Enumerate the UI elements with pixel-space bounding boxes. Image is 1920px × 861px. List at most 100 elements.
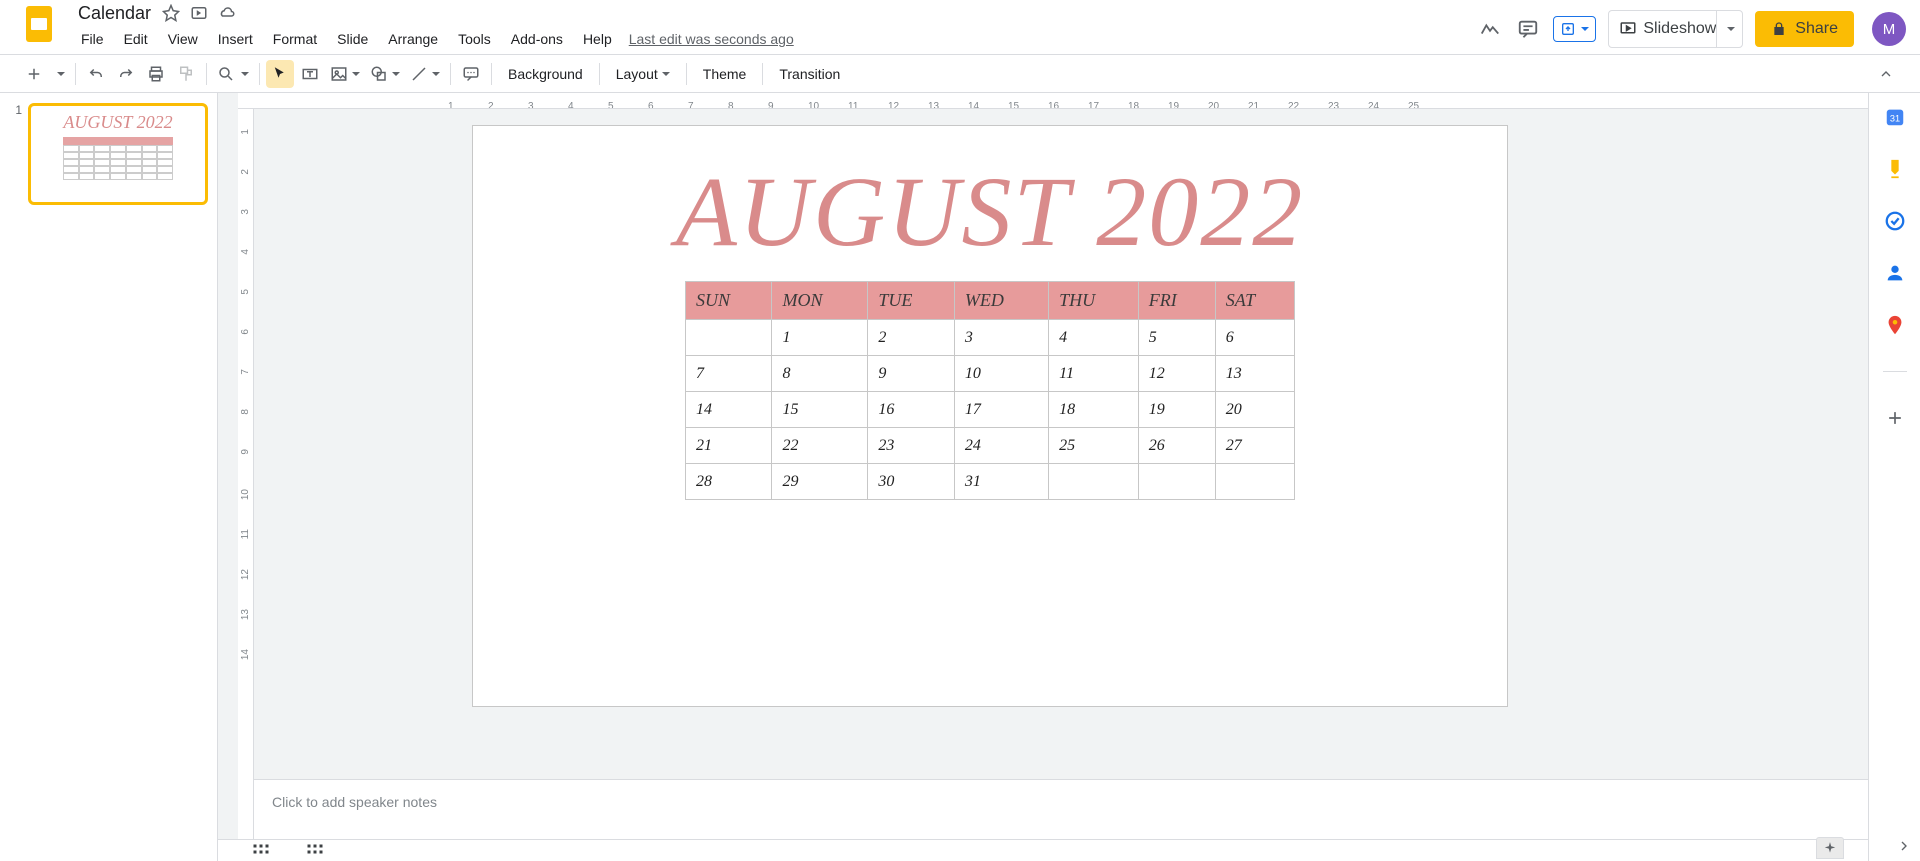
calendar-cell[interactable]: 7 bbox=[686, 356, 772, 392]
calendar-cell[interactable]: 5 bbox=[1138, 320, 1215, 356]
textbox-button[interactable] bbox=[296, 60, 324, 88]
calendar-day-header[interactable]: MON bbox=[772, 282, 868, 320]
calendar-cell[interactable]: 23 bbox=[868, 428, 954, 464]
menu-insert[interactable]: Insert bbox=[209, 29, 262, 49]
ruler-vertical[interactable]: 1234567891011121314 bbox=[238, 109, 254, 861]
hide-sidepanel-icon[interactable] bbox=[1892, 834, 1916, 858]
calendar-cell[interactable]: 6 bbox=[1215, 320, 1294, 356]
calendar-cell[interactable]: 1 bbox=[772, 320, 868, 356]
slide-thumbnail-1[interactable]: AUGUST 2022 bbox=[28, 103, 208, 205]
calendar-cell[interactable]: 14 bbox=[686, 392, 772, 428]
calendar-cell[interactable]: 8 bbox=[772, 356, 868, 392]
calendar-cell[interactable]: 3 bbox=[954, 320, 1048, 356]
menu-edit[interactable]: Edit bbox=[115, 29, 157, 49]
canvas[interactable]: AUGUST 2022 SUNMONTUEWEDTHUFRISAT 123456… bbox=[254, 109, 1868, 861]
maps-sidepanel-icon[interactable] bbox=[1883, 313, 1907, 337]
menu-view[interactable]: View bbox=[159, 29, 207, 49]
calendar-cell[interactable] bbox=[1138, 464, 1215, 500]
calendar-cell[interactable]: 20 bbox=[1215, 392, 1294, 428]
ruler-horizontal[interactable]: 1234567891011121314151617181920212223242… bbox=[238, 93, 1868, 109]
calendar-cell[interactable]: 16 bbox=[868, 392, 954, 428]
document-title[interactable]: Calendar bbox=[72, 2, 157, 25]
contacts-sidepanel-icon[interactable] bbox=[1883, 261, 1907, 285]
slideshow-dropdown[interactable] bbox=[1716, 11, 1742, 47]
grid-view-icon[interactable] bbox=[252, 842, 270, 860]
paint-format-button[interactable] bbox=[172, 60, 200, 88]
calendar-day-header[interactable]: SAT bbox=[1215, 282, 1294, 320]
layout-button[interactable]: Layout bbox=[606, 60, 680, 88]
menu-help[interactable]: Help bbox=[574, 29, 621, 49]
explore-button[interactable] bbox=[1816, 837, 1844, 859]
menu-slide[interactable]: Slide bbox=[328, 29, 377, 49]
calendar-cell[interactable]: 2 bbox=[868, 320, 954, 356]
calendar-cell[interactable]: 9 bbox=[868, 356, 954, 392]
calendar-day-header[interactable]: THU bbox=[1049, 282, 1139, 320]
calendar-cell[interactable]: 4 bbox=[1049, 320, 1139, 356]
calendar-cell[interactable]: 29 bbox=[772, 464, 868, 500]
calendar-day-header[interactable]: SUN bbox=[686, 282, 772, 320]
calendar-cell[interactable]: 25 bbox=[1049, 428, 1139, 464]
calendar-cell[interactable]: 26 bbox=[1138, 428, 1215, 464]
calendar-cell[interactable]: 12 bbox=[1138, 356, 1215, 392]
slide-title-text[interactable]: AUGUST 2022 bbox=[473, 154, 1507, 269]
calendar-cell[interactable] bbox=[1215, 464, 1294, 500]
select-tool-button[interactable] bbox=[266, 60, 294, 88]
add-sidepanel-icon[interactable] bbox=[1883, 406, 1907, 430]
undo-button[interactable] bbox=[82, 60, 110, 88]
calendar-cell[interactable]: 27 bbox=[1215, 428, 1294, 464]
calendar-cell[interactable]: 10 bbox=[954, 356, 1048, 392]
tasks-sidepanel-icon[interactable] bbox=[1883, 209, 1907, 233]
move-icon[interactable] bbox=[189, 3, 209, 23]
collapse-toolbar-button[interactable] bbox=[1872, 60, 1900, 88]
theme-button[interactable]: Theme bbox=[693, 60, 757, 88]
calendar-cell[interactable]: 30 bbox=[868, 464, 954, 500]
slideshow-button[interactable]: Slideshow bbox=[1609, 11, 1716, 47]
calendar-day-header[interactable]: WED bbox=[954, 282, 1048, 320]
redo-button[interactable] bbox=[112, 60, 140, 88]
calendar-cell[interactable]: 15 bbox=[772, 392, 868, 428]
menu-format[interactable]: Format bbox=[264, 29, 326, 49]
cloud-saved-icon[interactable] bbox=[217, 3, 237, 23]
shape-button[interactable] bbox=[366, 60, 404, 88]
new-slide-dropdown[interactable] bbox=[50, 60, 69, 88]
calendar-cell[interactable]: 19 bbox=[1138, 392, 1215, 428]
calendar-cell[interactable] bbox=[1049, 464, 1139, 500]
menu-file[interactable]: File bbox=[72, 29, 113, 49]
star-icon[interactable] bbox=[161, 3, 181, 23]
print-button[interactable] bbox=[142, 60, 170, 88]
calendar-sidepanel-icon[interactable]: 31 bbox=[1883, 105, 1907, 129]
present-upload-button[interactable] bbox=[1553, 16, 1596, 42]
comment-button[interactable] bbox=[457, 60, 485, 88]
transition-button[interactable]: Transition bbox=[769, 60, 850, 88]
calendar-cell[interactable]: 28 bbox=[686, 464, 772, 500]
slide-canvas[interactable]: AUGUST 2022 SUNMONTUEWEDTHUFRISAT 123456… bbox=[472, 125, 1508, 707]
activity-icon[interactable] bbox=[1477, 16, 1503, 42]
calendar-day-header[interactable]: FRI bbox=[1138, 282, 1215, 320]
calendar-cell[interactable]: 31 bbox=[954, 464, 1048, 500]
new-slide-button[interactable] bbox=[20, 60, 48, 88]
background-button[interactable]: Background bbox=[498, 60, 593, 88]
keep-sidepanel-icon[interactable] bbox=[1883, 157, 1907, 181]
calendar-cell[interactable]: 11 bbox=[1049, 356, 1139, 392]
share-button[interactable]: Share bbox=[1755, 11, 1854, 47]
calendar-cell[interactable]: 21 bbox=[686, 428, 772, 464]
user-avatar[interactable]: M bbox=[1872, 12, 1906, 46]
menu-addons[interactable]: Add-ons bbox=[502, 29, 572, 49]
calendar-cell[interactable]: 13 bbox=[1215, 356, 1294, 392]
calendar-cell[interactable] bbox=[686, 320, 772, 356]
line-button[interactable] bbox=[406, 60, 444, 88]
filmstrip-view-icon[interactable] bbox=[306, 842, 324, 860]
image-button[interactable] bbox=[326, 60, 364, 88]
last-edit-link[interactable]: Last edit was seconds ago bbox=[629, 31, 794, 47]
calendar-cell[interactable]: 18 bbox=[1049, 392, 1139, 428]
comments-icon[interactable] bbox=[1515, 16, 1541, 42]
menu-tools[interactable]: Tools bbox=[449, 29, 500, 49]
speaker-notes[interactable]: Click to add speaker notes bbox=[254, 779, 1868, 839]
calendar-day-header[interactable]: TUE bbox=[868, 282, 954, 320]
calendar-cell[interactable]: 17 bbox=[954, 392, 1048, 428]
slides-app-icon[interactable] bbox=[20, 4, 60, 44]
menu-arrange[interactable]: Arrange bbox=[379, 29, 447, 49]
calendar-table[interactable]: SUNMONTUEWEDTHUFRISAT 123456789101112131… bbox=[685, 281, 1295, 500]
calendar-cell[interactable]: 22 bbox=[772, 428, 868, 464]
zoom-button[interactable] bbox=[213, 60, 253, 88]
